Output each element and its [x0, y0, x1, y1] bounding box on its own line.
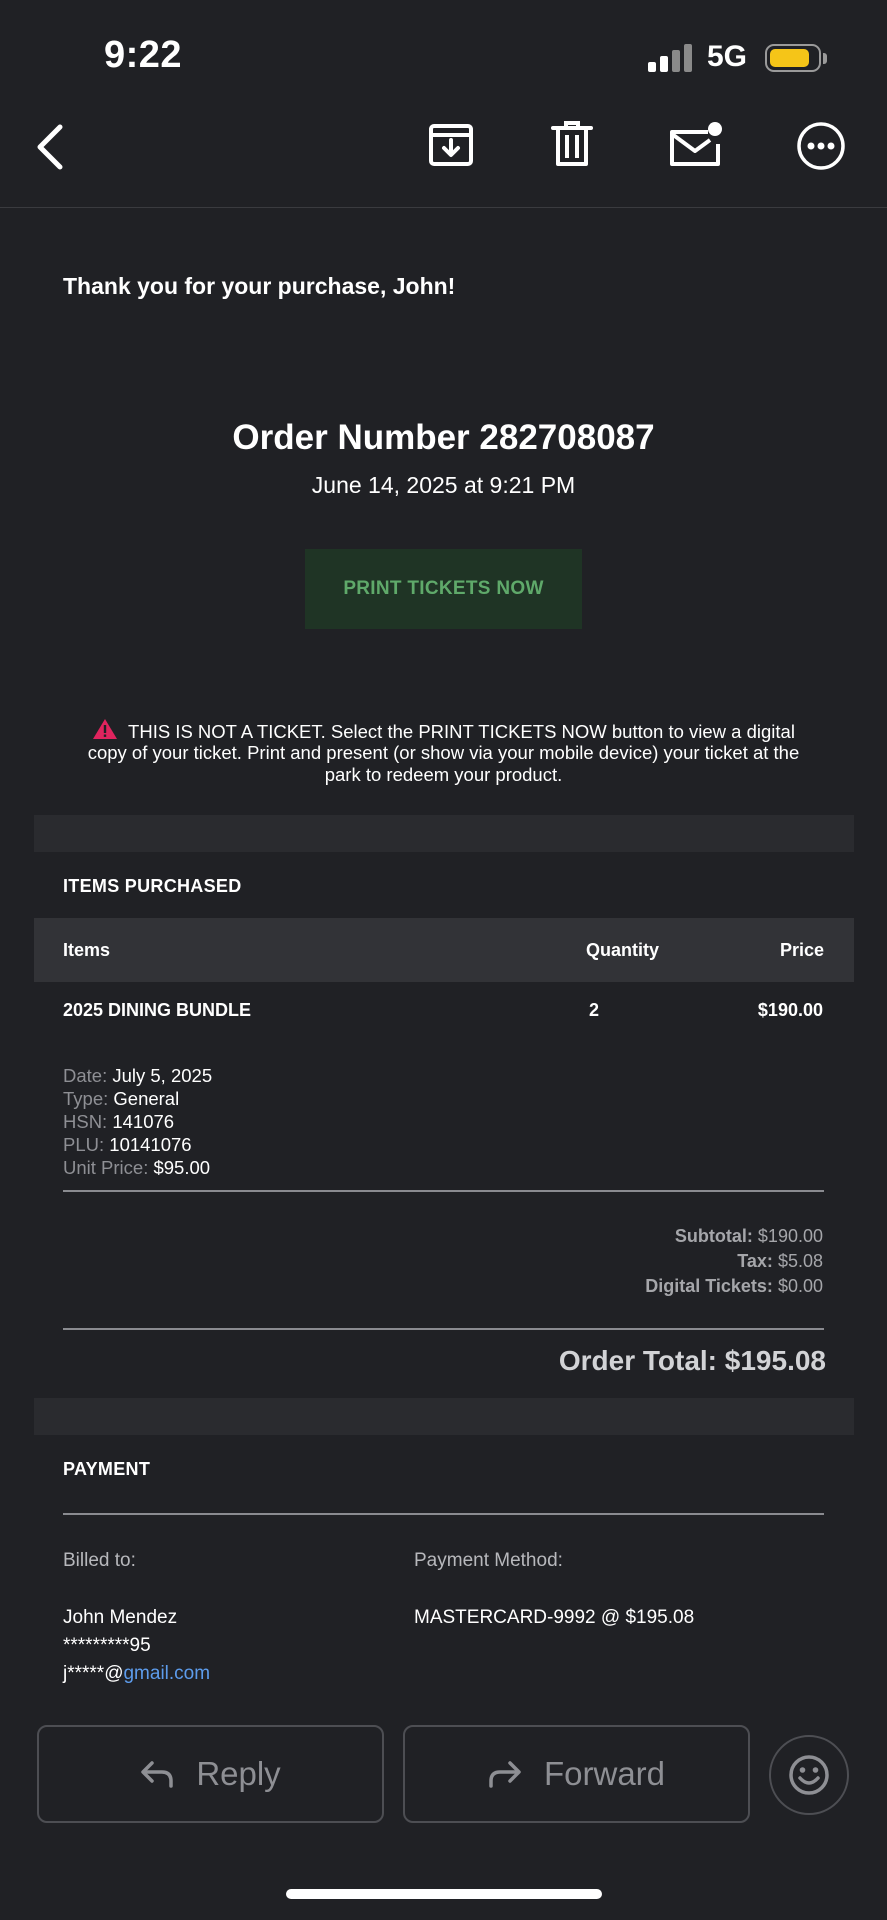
home-indicator [286, 1889, 602, 1899]
emoji-reaction-button[interactable] [769, 1735, 849, 1815]
reply-button[interactable]: Reply [37, 1725, 384, 1823]
back-button[interactable] [26, 114, 74, 180]
trash-icon [551, 121, 593, 166]
emoji-icon [789, 1755, 829, 1795]
detail-unit-price: Unit Price: $95.00 [63, 1157, 211, 1178]
detail-plu: PLU: 10141076 [63, 1134, 192, 1155]
subtotal-line: Subtotal: $190.00 [674, 1226, 823, 1246]
divider-line [63, 1513, 824, 1515]
divider-line [63, 1190, 824, 1192]
trash-button[interactable] [545, 117, 599, 171]
item-name: 2025 DINING BUNDLE [63, 1000, 252, 1020]
order-date: June 14, 2025 at 9:21 PM [311, 472, 576, 498]
more-icon [797, 122, 845, 170]
ticket-notice: THIS IS NOT A TICKET. Select the PRINT T… [80, 718, 807, 785]
mail-toolbar [0, 92, 887, 208]
tax-line: Tax: $5.08 [737, 1251, 823, 1271]
chevron-left-icon [37, 124, 63, 170]
archive-button[interactable] [424, 117, 478, 171]
battery-level [770, 49, 809, 67]
archive-icon [429, 124, 473, 166]
payment-section-title: PAYMENT [63, 1459, 151, 1479]
item-quantity: 2 [589, 1000, 600, 1020]
reply-icon [141, 1761, 174, 1788]
status-time: 9:22 [104, 34, 183, 76]
header-items: Items [63, 940, 111, 960]
billing-name: John Mendez [63, 1607, 178, 1628]
header-quantity: Quantity [586, 940, 660, 960]
section-divider [34, 815, 854, 852]
greeting-text: Thank you for your purchase, John! [63, 273, 456, 299]
reply-label: Reply [196, 1755, 281, 1792]
billing-info: John Mendez *********95 j*****@gmail.com [63, 1604, 210, 1688]
billing-email: j*****@gmail.com [63, 1663, 211, 1684]
items-section-title: ITEMS PURCHASED [63, 876, 242, 896]
header-price: Price [779, 940, 824, 960]
forward-button[interactable]: Forward [403, 1725, 750, 1823]
network-type: 5G [707, 40, 748, 73]
battery-icon [765, 44, 821, 72]
order-total: Order Total: $195.08 [558, 1345, 826, 1376]
payment-method-label: Payment Method: [414, 1550, 563, 1571]
mail-unread-icon [670, 122, 722, 166]
billing-phone: *********95 [63, 1635, 151, 1656]
detail-date: Date: July 5, 2025 [63, 1065, 213, 1086]
divider-line [63, 1328, 824, 1330]
order-number: Order Number 282708087 [232, 418, 655, 457]
billed-to-label: Billed to: [63, 1550, 136, 1571]
print-tickets-button[interactable]: PRINT TICKETS NOW [305, 549, 582, 629]
digital-tickets-line: Digital Tickets: $0.00 [645, 1276, 823, 1296]
item-details: Date: July 5, 2025 Type: General HSN: 14… [63, 1064, 212, 1179]
signal-icon [648, 44, 694, 72]
warning-icon [93, 719, 118, 739]
mark-unread-button[interactable] [664, 114, 728, 174]
items-table-header: Items Quantity Price [34, 918, 854, 982]
email-domain-link[interactable]: gmail.com [123, 1663, 210, 1684]
item-price: $190.00 [757, 1000, 823, 1020]
forward-icon [489, 1761, 521, 1788]
detail-type: Type: General [63, 1088, 180, 1109]
more-button[interactable] [794, 119, 848, 173]
payment-method-value: MASTERCARD-9992 @ $195.08 [414, 1607, 695, 1628]
battery-cap [823, 53, 827, 64]
detail-hsn: HSN: 141076 [63, 1111, 175, 1132]
totals-summary: Subtotal: $190.00 Tax: $5.08 Digital Tic… [440, 1224, 823, 1299]
section-divider [34, 1398, 854, 1435]
notice-text: THIS IS NOT A TICKET. Select the PRINT T… [87, 721, 800, 785]
forward-label: Forward [543, 1755, 666, 1792]
